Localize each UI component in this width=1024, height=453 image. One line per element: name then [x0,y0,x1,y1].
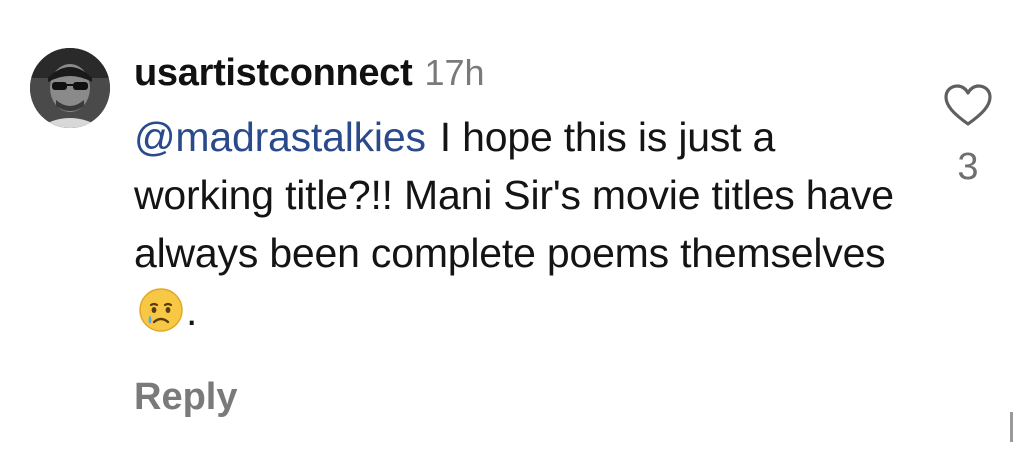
like-count: 3 [957,146,979,188]
crying-face-emoji-icon [138,287,184,333]
reply-button[interactable]: Reply [134,376,237,419]
comment-body: usartistconnect 17h @madrastalkies I hope… [134,52,894,340]
avatar[interactable] [30,48,110,128]
avatar-image [30,48,110,128]
mention-link[interactable]: @madrastalkies [134,114,426,160]
comment-header: usartistconnect 17h [134,52,894,100]
heart-outline-icon[interactable] [942,82,994,128]
comment-text: @madrastalkies I hope this is just a work… [134,108,894,340]
edge-divider [1010,412,1013,442]
like-area: 3 [940,82,996,189]
username-link[interactable]: usartistconnect [134,52,413,95]
comment-timestamp: 17h [424,52,485,93]
comment-message-end: . [186,288,198,334]
comment-item: usartistconnect 17h @madrastalkies I hope… [0,0,1024,453]
